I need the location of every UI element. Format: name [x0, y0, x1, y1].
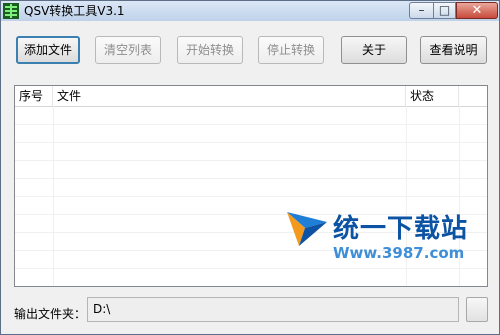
- minimize-button[interactable]: –: [409, 2, 433, 19]
- close-icon: ✕: [471, 3, 483, 18]
- watermark-logo-icon: [287, 212, 327, 246]
- watermark-site-name: 统一下载站: [333, 214, 469, 244]
- minimize-icon: –: [418, 3, 425, 17]
- start-convert-button[interactable]: 开始转换: [177, 36, 243, 64]
- stop-convert-button[interactable]: 停止转换: [258, 36, 324, 64]
- add-file-button[interactable]: 添加文件: [16, 36, 80, 64]
- watermark-url: Www.3987.com: [333, 244, 465, 262]
- output-folder-field[interactable]: D:\: [87, 297, 459, 322]
- clear-list-button[interactable]: 清空列表: [95, 36, 161, 64]
- file-list[interactable]: 序号 文件 状态 统一下载站 Www.3987.com: [14, 85, 488, 287]
- column-header-filler: [459, 86, 487, 106]
- watermark: 统一下载站 Www.3987.com: [285, 206, 485, 276]
- maximize-button[interactable]: □: [433, 2, 456, 19]
- list-header: 序号 文件 状态: [15, 86, 487, 107]
- window-title: QSV转换工具V3.1: [24, 4, 125, 18]
- column-header-index[interactable]: 序号: [15, 86, 53, 106]
- app-icon: [3, 3, 19, 19]
- close-button[interactable]: ✕: [456, 2, 498, 19]
- about-button[interactable]: 关于: [341, 36, 407, 64]
- column-header-status[interactable]: 状态: [406, 86, 459, 106]
- title-bar[interactable]: QSV转换工具V3.1 – □ ✕: [1, 1, 499, 21]
- view-help-button[interactable]: 查看说明: [420, 36, 487, 64]
- browse-folder-button[interactable]: [466, 297, 488, 322]
- column-header-file[interactable]: 文件: [53, 86, 406, 106]
- app-window: QSV转换工具V3.1 – □ ✕ 添加文件 清空列表 开始转换 停止转换 关于…: [0, 0, 500, 335]
- output-folder-label: 输出文件夹：: [14, 307, 87, 321]
- maximize-icon: □: [438, 3, 451, 17]
